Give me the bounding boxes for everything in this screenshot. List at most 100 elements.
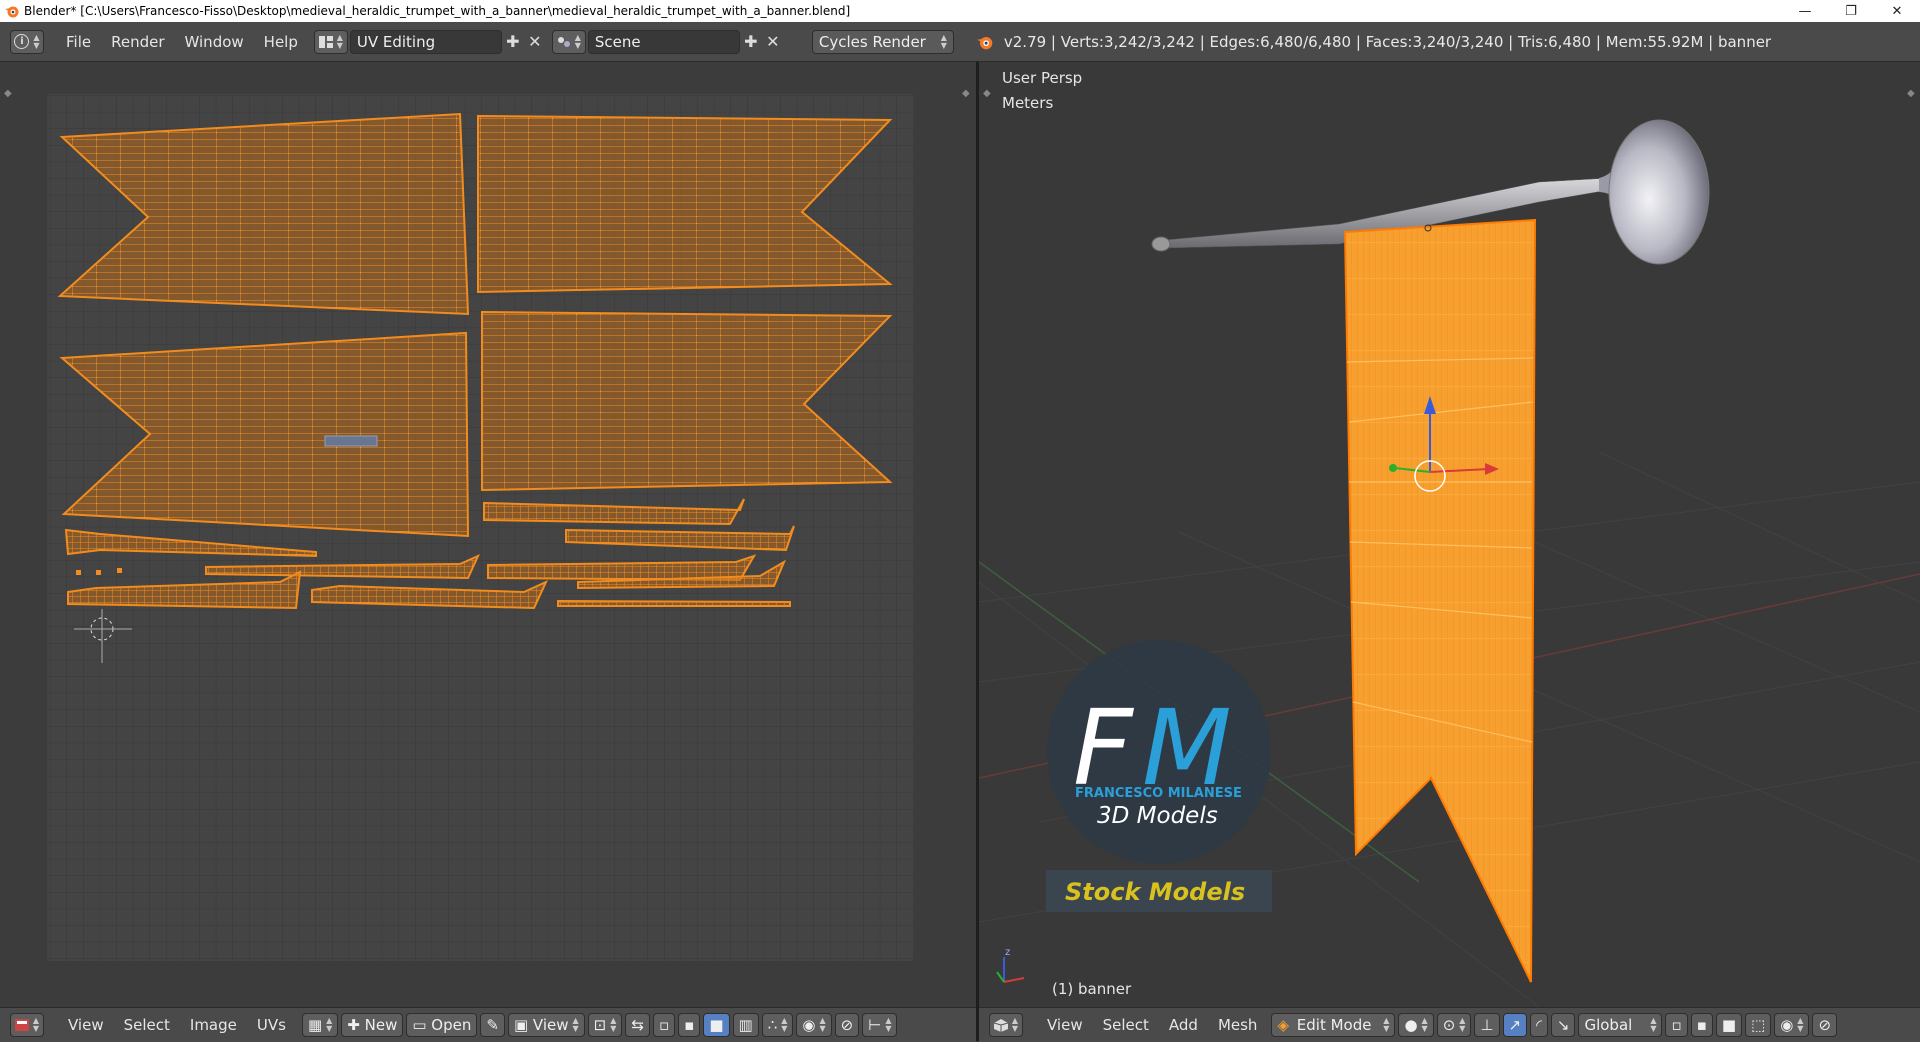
vp-menu-view[interactable]: View xyxy=(1037,1016,1093,1034)
face-select-mode[interactable]: ■ xyxy=(1715,1013,1742,1037)
island-select-mode[interactable]: ▥ xyxy=(732,1013,759,1037)
uv-menu-select[interactable]: Select xyxy=(114,1016,180,1034)
region-toggle-icon[interactable]: ◆ xyxy=(983,88,991,99)
add-scene-button[interactable]: ✚ xyxy=(740,31,762,53)
info-icon: i xyxy=(14,34,30,49)
vertex-select-mode[interactable]: ▫ xyxy=(1665,1013,1688,1037)
new-image-button[interactable]: ✚ New xyxy=(341,1013,404,1037)
manipulator-icon: ⊥ xyxy=(1480,1016,1494,1034)
scale-manipulator[interactable]: ↘ xyxy=(1550,1013,1576,1037)
viewport-canvas[interactable]: z ◆ ◆ F M FRANCESCO MILANESE 3D Models S… xyxy=(979,62,1920,1007)
view-mode-dropdown[interactable]: ▣ View ▲ ▼ xyxy=(507,1013,585,1037)
proportional-edit-dropdown[interactable]: ◉ ▲ ▼ xyxy=(1774,1013,1810,1037)
close-button[interactable]: ✕ xyxy=(1874,0,1920,22)
menu-render[interactable]: Render xyxy=(101,33,174,51)
rotate-manipulator[interactable]: ◜ xyxy=(1530,1013,1548,1037)
image-browse-button[interactable]: ▦ ▲ ▼ xyxy=(301,1013,339,1037)
3d-viewport[interactable]: z ◆ ◆ F M FRANCESCO MILANESE 3D Models S… xyxy=(979,62,1920,1007)
3d-view-icon xyxy=(993,1018,1008,1032)
watermark-tagline: 3D Models xyxy=(1097,803,1218,829)
scale-icon: ↘ xyxy=(1556,1016,1570,1034)
occlude-geometry-toggle[interactable]: ⬚ xyxy=(1745,1013,1772,1037)
orientation-dropdown[interactable]: Global ▲ ▼ xyxy=(1578,1013,1663,1037)
vertex-select-icon: ▫ xyxy=(658,1016,670,1034)
island-select-icon: ▥ xyxy=(738,1016,753,1034)
window-titlebar: Blender* [C:\Users\Francesco-Fisso\Deskt… xyxy=(0,0,1920,22)
uv-menu-image[interactable]: Image xyxy=(180,1016,247,1034)
screen-layout-button[interactable]: ▲ ▼ xyxy=(313,29,348,54)
restore-button[interactable]: ❐ xyxy=(1828,0,1874,22)
image-icon: ▦ xyxy=(307,1016,323,1034)
sticky-select-dropdown[interactable]: ∴ ▲ ▼ xyxy=(761,1013,794,1037)
plus-icon: ✚ xyxy=(347,1016,365,1034)
pin-image-button[interactable]: ✎ xyxy=(480,1013,505,1037)
screen-layout-field[interactable]: UV Editing xyxy=(349,29,502,54)
open-image-button[interactable]: ▭ Open xyxy=(406,1013,478,1037)
editor-type-selector[interactable]: ▲ ▼ xyxy=(989,1013,1023,1037)
uv-canvas[interactable]: ◆ ◆ xyxy=(0,62,976,1007)
info-header: i ▲ ▼ File Render Window Help ▲ ▼ UV Editi… xyxy=(0,22,1920,62)
snap-element-button[interactable]: ⊢ ▲ ▼ xyxy=(862,1013,898,1037)
snap-icon: ⊘ xyxy=(840,1016,854,1034)
window-title: Blender* [C:\Users\Francesco-Fisso\Deskt… xyxy=(24,4,851,18)
scene-selector-button[interactable]: ▲ ▼ xyxy=(551,29,586,54)
blender-logo-icon xyxy=(5,6,19,18)
render-engine-label: Cycles Render xyxy=(818,32,926,51)
shading-dropdown[interactable]: ● ▲ ▼ xyxy=(1398,1013,1434,1037)
viewport-header: ▲ ▼ View Select Add Mesh ◈ Edit Mode ▲ ▼ ●… xyxy=(979,1007,1920,1042)
uv-selected-face xyxy=(324,435,378,447)
minimize-button[interactable]: — xyxy=(1782,0,1828,22)
translate-manipulator[interactable]: ↗ xyxy=(1502,1013,1528,1037)
vp-menu-mesh[interactable]: Mesh xyxy=(1208,1016,1268,1034)
region-toggle-icon[interactable]: ◆ xyxy=(4,88,12,99)
watermark-name: FRANCESCO MILANESE xyxy=(1075,786,1242,801)
snap-button[interactable]: ⊘ xyxy=(834,1013,860,1037)
proportional-icon: ◉ xyxy=(1780,1016,1794,1034)
proportional-edit-dropdown[interactable]: ◉ ▲ ▼ xyxy=(796,1013,832,1037)
scene-field[interactable]: Scene xyxy=(587,29,740,54)
snap-element-icon: ⊢ xyxy=(868,1016,882,1034)
folder-icon: ▭ xyxy=(412,1016,432,1034)
edit-mode-icon: ◈ xyxy=(1277,1016,1289,1034)
edge-select-mode[interactable]: ▪ xyxy=(1690,1013,1713,1037)
manipulator-toggle[interactable]: ⊥ xyxy=(1474,1013,1500,1037)
menu-help[interactable]: Help xyxy=(254,33,308,51)
add-layout-button[interactable]: ✚ xyxy=(502,31,524,53)
face-select-mode[interactable]: ■ xyxy=(703,1013,730,1037)
view-axis-icon: z xyxy=(996,947,1025,983)
render-engine-dropdown[interactable]: Cycles Render ▲ ▼ xyxy=(811,29,954,54)
mode-dropdown[interactable]: ◈ Edit Mode ▲ ▼ xyxy=(1271,1013,1396,1037)
watermark-logo: F M FRANCESCO MILANESE 3D Models Stock M… xyxy=(1046,640,1272,912)
units-label: Meters xyxy=(1002,94,1054,112)
editor-type-selector[interactable]: i ▲ ▼ xyxy=(10,29,44,54)
remove-scene-button[interactable]: ✕ xyxy=(762,31,784,53)
region-toggle-icon[interactable]: ◆ xyxy=(962,88,970,99)
chevron-updown-icon: ▲ ▼ xyxy=(940,32,947,50)
uv-menu-uvs[interactable]: UVs xyxy=(247,1016,296,1034)
occlude-icon: ⬚ xyxy=(1751,1016,1766,1034)
edge-select-icon: ▪ xyxy=(1696,1016,1707,1034)
pivot-button[interactable]: ⊡ ▲ ▼ xyxy=(587,1013,623,1037)
sync-icon: ⇆ xyxy=(631,1016,644,1034)
edge-select-mode[interactable]: ▪ xyxy=(678,1013,701,1037)
sticky-icon: ∴ xyxy=(767,1016,778,1034)
snap-button[interactable]: ⊘ xyxy=(1812,1013,1838,1037)
proportional-icon: ◉ xyxy=(802,1016,816,1034)
pin-icon: ✎ xyxy=(486,1016,499,1034)
rotate-icon: ◜ xyxy=(1536,1016,1542,1034)
sync-select-button[interactable]: ⇆ xyxy=(625,1013,650,1037)
pivot-point-dropdown[interactable]: ⊙ ▲ ▼ xyxy=(1436,1013,1472,1037)
editor-type-selector[interactable]: ▲ ▼ xyxy=(10,1013,44,1037)
menu-file[interactable]: File xyxy=(56,33,101,51)
vp-menu-select[interactable]: Select xyxy=(1093,1016,1159,1034)
watermark-badge: Stock Models xyxy=(1065,878,1245,906)
region-toggle-icon[interactable]: ◆ xyxy=(1907,88,1915,99)
menu-window[interactable]: Window xyxy=(175,33,254,51)
vertex-select-mode[interactable]: ▫ xyxy=(652,1013,676,1037)
face-select-icon: ■ xyxy=(709,1016,724,1034)
arrow-icon: ↗ xyxy=(1508,1016,1522,1034)
remove-layout-button[interactable]: ✕ xyxy=(524,31,546,53)
uv-menu-view[interactable]: View xyxy=(58,1016,114,1034)
vp-menu-add[interactable]: Add xyxy=(1159,1016,1208,1034)
uv-editor[interactable]: ◆ ◆ xyxy=(0,62,976,1007)
